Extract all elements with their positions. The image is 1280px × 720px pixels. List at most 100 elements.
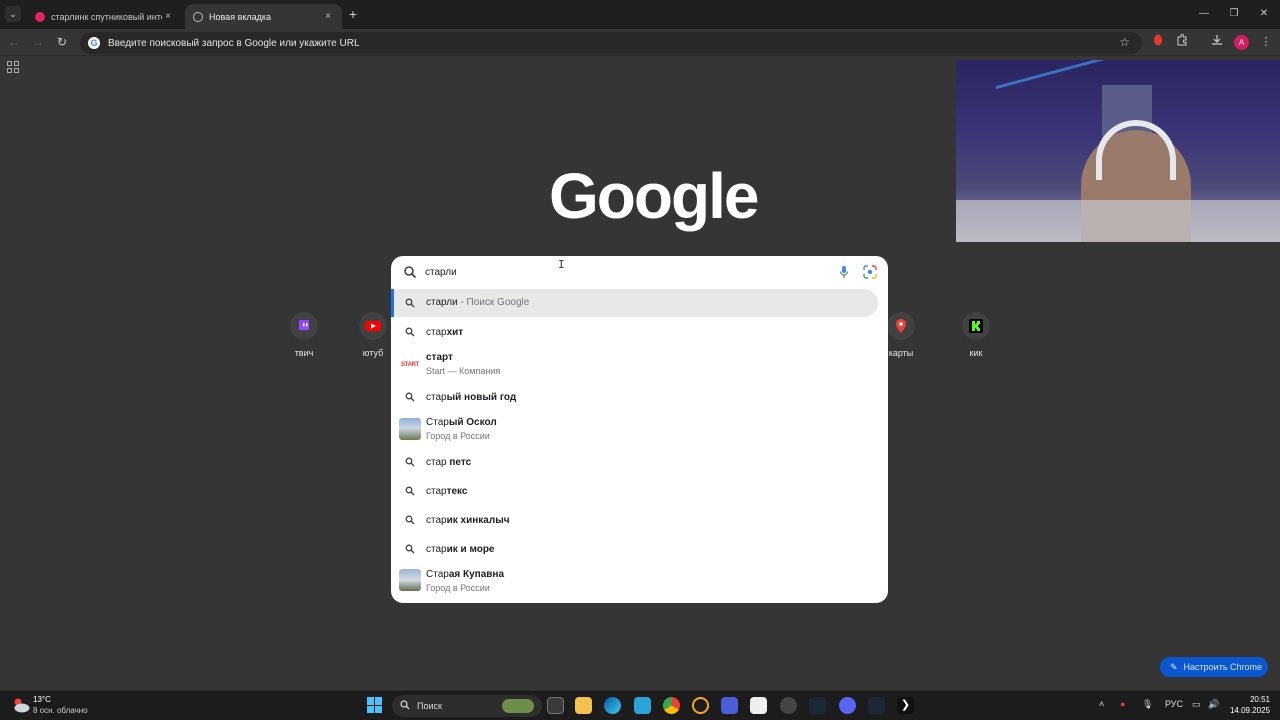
suggestion-item[interactable]: старли - Поиск Google	[391, 289, 888, 317]
taskbar-search[interactable]: Поиск	[392, 695, 542, 717]
search-icon	[405, 515, 415, 525]
microphone-icon[interactable]	[838, 265, 850, 279]
clock-time[interactable]: 20:51	[1246, 695, 1270, 704]
text-cursor-icon: I	[558, 258, 565, 271]
steam-icon[interactable]	[809, 697, 826, 714]
start-windows-icon[interactable]	[367, 697, 383, 713]
chrome-browser-icon[interactable]	[663, 697, 680, 714]
google-lens-icon[interactable]	[863, 265, 877, 279]
tab-favicon-icon	[35, 11, 45, 22]
tab-strip: ⌄ старлинк спутниковый интерн × Новая вк…	[0, 0, 1280, 29]
pencil-icon: ✎	[1170, 661, 1178, 672]
start-logo-thumbnail: START	[399, 354, 421, 376]
tab-search-button[interactable]: ⌄	[5, 6, 21, 22]
suggestion-text: стархит	[426, 327, 464, 338]
app-document-icon[interactable]	[750, 697, 767, 714]
chevron-down-icon: ⌄	[9, 8, 17, 19]
suggestion-text: стартекс	[426, 486, 468, 497]
omnibox[interactable]: G Введите поисковый запрос в Google или …	[80, 32, 1142, 54]
shortcut-label: ютуб	[362, 348, 384, 358]
shortcut-twitch[interactable]: твич	[279, 312, 329, 358]
omnibox-placeholder: Введите поисковый запрос в Google или ук…	[108, 37, 360, 49]
minimize-button[interactable]: —	[1196, 6, 1212, 22]
suggestion-text: старый новый год	[426, 392, 517, 403]
globe-icon	[193, 11, 203, 22]
led-lights	[996, 60, 1116, 147]
suggestion-item[interactable]: стархит	[391, 318, 888, 347]
suggestion-text: стар петс	[426, 457, 472, 468]
app-orange-ring-icon[interactable]	[692, 697, 709, 714]
suggestion-item[interactable]: Старый Оскол Город в России	[391, 413, 888, 447]
telegram-icon[interactable]	[634, 697, 651, 714]
tray-microphone-icon[interactable]: 🎙	[1142, 699, 1153, 710]
edge-browser-icon[interactable]	[604, 697, 621, 714]
suggestion-text: старт	[426, 352, 453, 363]
search-icon	[400, 700, 410, 712]
download-icon[interactable]	[1209, 34, 1225, 50]
weather-cloud-icon[interactable]	[12, 697, 30, 713]
close-window-button[interactable]: ✕	[1256, 6, 1272, 22]
desk-mic-arm	[956, 200, 1280, 242]
profile-avatar[interactable]: A	[1234, 35, 1249, 50]
language-indicator[interactable]: РУС	[1165, 699, 1183, 709]
search-input[interactable]	[425, 264, 825, 280]
search-icon	[405, 298, 415, 308]
clock-date[interactable]: 14.09.2025	[1228, 706, 1270, 715]
task-view-icon[interactable]	[547, 697, 564, 714]
tray-volume-icon[interactable]: 🔊	[1208, 699, 1219, 710]
shortcut-label: карты	[888, 348, 914, 358]
apps-grid-icon[interactable]	[7, 61, 19, 73]
file-explorer-icon[interactable]	[575, 697, 592, 714]
tab-new-tab[interactable]: Новая вкладка ×	[185, 4, 342, 29]
map-pin-icon	[887, 312, 915, 340]
tray-monitor-icon[interactable]: ▭	[1192, 699, 1201, 710]
search-icon	[405, 327, 415, 337]
suggestion-item[interactable]: старик хинкалыч	[391, 506, 888, 535]
suggestion-text: старик хинкалыч	[426, 515, 510, 526]
youtube-icon	[359, 312, 387, 340]
shortcut-label: твич	[294, 348, 314, 358]
discord-icon[interactable]	[839, 697, 856, 714]
tab-close-icon[interactable]: ×	[162, 11, 174, 22]
tab-close-icon[interactable]: ×	[322, 11, 334, 22]
shortcut-youtube[interactable]: ютуб	[353, 312, 393, 358]
customize-chrome-button[interactable]: ✎ Настроить Chrome	[1160, 657, 1268, 677]
twitch-icon	[290, 312, 318, 340]
terminal-arrow-icon[interactable]: ❯	[897, 697, 914, 714]
city-thumbnail	[399, 418, 421, 440]
search-highlight-image	[502, 699, 534, 713]
suggestion-item[interactable]: старик и море	[391, 535, 888, 564]
shortcut-label: кик	[969, 348, 983, 358]
forward-button[interactable]: →	[30, 34, 46, 50]
back-button[interactable]: ←	[6, 34, 22, 50]
app-bars-icon[interactable]	[721, 697, 738, 714]
maximize-button[interactable]: ❐	[1226, 6, 1242, 22]
suggestion-item[interactable]: стар петс	[391, 448, 888, 477]
extensions-puzzle-icon[interactable]	[1174, 33, 1190, 50]
shortcut-kick[interactable]: кик	[951, 312, 1001, 358]
tray-chevron-up-icon[interactable]: ˄	[1099, 699, 1104, 709]
bookmark-star-icon[interactable]: ☆	[1119, 35, 1130, 49]
webcam-overlay	[956, 60, 1280, 242]
windows-taskbar: 13°C 8 осн. облачно Поиск ❯ ˄ ● 🎙 РУС ▭ …	[0, 690, 1280, 720]
tab-starlink[interactable]: старлинк спутниковый интерн ×	[27, 4, 182, 29]
menu-kebab-icon[interactable]: ⋮	[1258, 34, 1274, 50]
kick-icon	[962, 312, 990, 340]
new-tab-button[interactable]: +	[345, 6, 361, 22]
suggestion-subtitle: Start — Компания	[426, 366, 501, 376]
app-gauge-icon[interactable]	[780, 697, 797, 714]
suggestion-item[interactable]: старый новый год	[391, 383, 888, 412]
weather-temperature: 13°C	[33, 695, 51, 704]
search-icon	[405, 457, 415, 467]
google-g-icon: G	[88, 37, 100, 49]
steam-2-icon[interactable]	[868, 697, 885, 714]
tray-app-icon[interactable]: ●	[1120, 699, 1125, 709]
suggestion-item[interactable]: стартекс	[391, 477, 888, 506]
extension-red-icon[interactable]	[1150, 34, 1166, 50]
suggestion-text: старли - Поиск Google	[426, 297, 530, 308]
search-row: I	[391, 256, 888, 288]
suggestion-item[interactable]: Старая Купавна Город в России	[391, 565, 888, 599]
reload-button[interactable]: ↻	[54, 34, 70, 50]
suggestion-item[interactable]: START старт Start — Компания	[391, 348, 888, 382]
google-logo: Google	[549, 160, 759, 232]
